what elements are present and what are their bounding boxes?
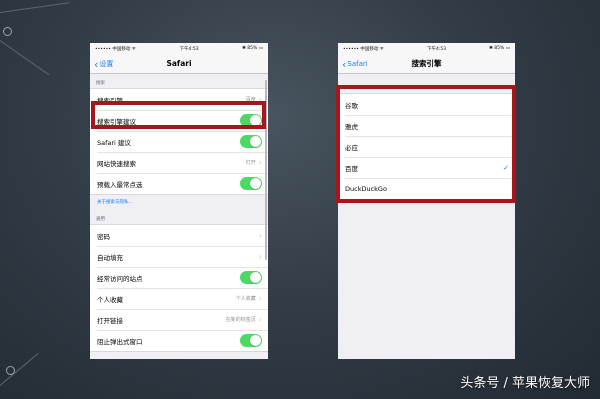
highlight-box-engine-list: [336, 85, 516, 203]
chevron-right-icon: ›: [258, 251, 262, 261]
chevron-right-icon: ›: [258, 230, 262, 240]
back-button[interactable]: ‹ 设置: [94, 54, 113, 74]
status-bar: •••••• 中国移动 ᯤ 下午4:53 ✱ 85% ▭: [90, 43, 268, 54]
watermark: 头条号 / 苹果恢复大师: [460, 376, 590, 391]
carrier-signal: •••••• 中国移动 ᯤ: [343, 46, 384, 52]
safari-settings-screen: •••••• 中国移动 ᯤ 下午4:53 ✱ 85% ▭ ‹ 设置 Safari…: [90, 43, 268, 359]
open-links-row[interactable]: 打开链接 在新的标签页 ›: [90, 309, 268, 330]
section-header-general: 通用: [96, 217, 105, 222]
frequently-visited-row: 经常访问的站点: [90, 267, 268, 288]
section-header-search: 搜索: [96, 81, 105, 86]
row-label: 个人收藏: [97, 295, 123, 304]
safari-suggestions-row: Safari 建议: [90, 131, 268, 152]
page-title: 搜索引擎: [411, 59, 442, 68]
block-popups-row: 阻止弹出式窗口: [90, 330, 268, 351]
row-label: Safari 建议: [97, 138, 131, 147]
row-value: 在新的标签页 ›: [225, 314, 262, 324]
decorative-ring: [3, 27, 12, 36]
row-label: 预载入最常点选: [97, 180, 143, 189]
chevron-left-icon: ‹: [94, 57, 99, 71]
quick-website-search-row[interactable]: 网站快速搜索 打开 ›: [90, 152, 268, 173]
row-label: 打开链接: [97, 316, 123, 325]
preload-top-hit-toggle[interactable]: [240, 177, 262, 190]
carrier-signal: •••••• 中国移动 ᯤ: [95, 46, 136, 52]
row-label: 密码: [97, 232, 110, 241]
row-label: 经常访问的站点: [97, 274, 143, 283]
chevron-right-icon: ›: [258, 314, 262, 324]
battery-indicator: ✱ 85% ▭: [489, 46, 510, 51]
chevron-right-icon: ›: [258, 157, 262, 167]
row-label: 网站快速搜索: [97, 159, 136, 168]
autofill-row[interactable]: 自动填充 ›: [90, 246, 268, 267]
safari-suggestions-toggle[interactable]: [240, 135, 262, 148]
decorative-line: [0, 40, 50, 76]
navigation-bar: ‹ Safari 搜索引擎: [338, 54, 515, 74]
back-label: 设置: [99, 60, 114, 68]
row-value: 个人收藏 ›: [235, 293, 262, 303]
chevron-left-icon: ‹: [342, 57, 347, 71]
favorites-value: 个人收藏: [235, 296, 256, 302]
passwords-row[interactable]: 密码 ›: [90, 225, 268, 246]
page-title: Safari: [166, 59, 192, 68]
navigation-bar: ‹ 设置 Safari: [90, 54, 268, 74]
back-label: Safari: [347, 60, 368, 68]
quick-search-value: 打开: [245, 160, 256, 166]
about-search-privacy-link[interactable]: 关于搜索与隐私...: [90, 195, 268, 213]
block-popups-toggle[interactable]: [240, 334, 262, 347]
open-links-value: 在新的标签页: [225, 317, 256, 323]
row-label: 阻止弹出式窗口: [97, 337, 143, 346]
preload-top-hit-row: 预载入最常点选: [90, 173, 268, 194]
decorative-line: [0, 2, 70, 13]
highlight-box-search-engine: [91, 101, 266, 129]
frequently-visited-toggle[interactable]: [240, 271, 262, 284]
favorites-row[interactable]: 个人收藏 个人收藏 ›: [90, 288, 268, 309]
general-settings-group: 密码 › 自动填充 › 经常访问的站点 个人收藏 个人收藏 › 打开链接 在新的…: [90, 224, 268, 352]
status-time: 下午4:53: [179, 46, 199, 52]
row-value: 打开 ›: [245, 157, 262, 167]
row-label: 自动填充: [97, 253, 123, 262]
back-button[interactable]: ‹ Safari: [342, 54, 368, 74]
chevron-right-icon: ›: [258, 293, 262, 303]
decorative-ring: [6, 366, 15, 375]
battery-indicator: ✱ 85% ▭: [242, 46, 263, 51]
status-bar: •••••• 中国移动 ᯤ 下午4:53 ✱ 85% ▭: [338, 43, 515, 54]
status-time: 下午4:53: [426, 46, 447, 52]
